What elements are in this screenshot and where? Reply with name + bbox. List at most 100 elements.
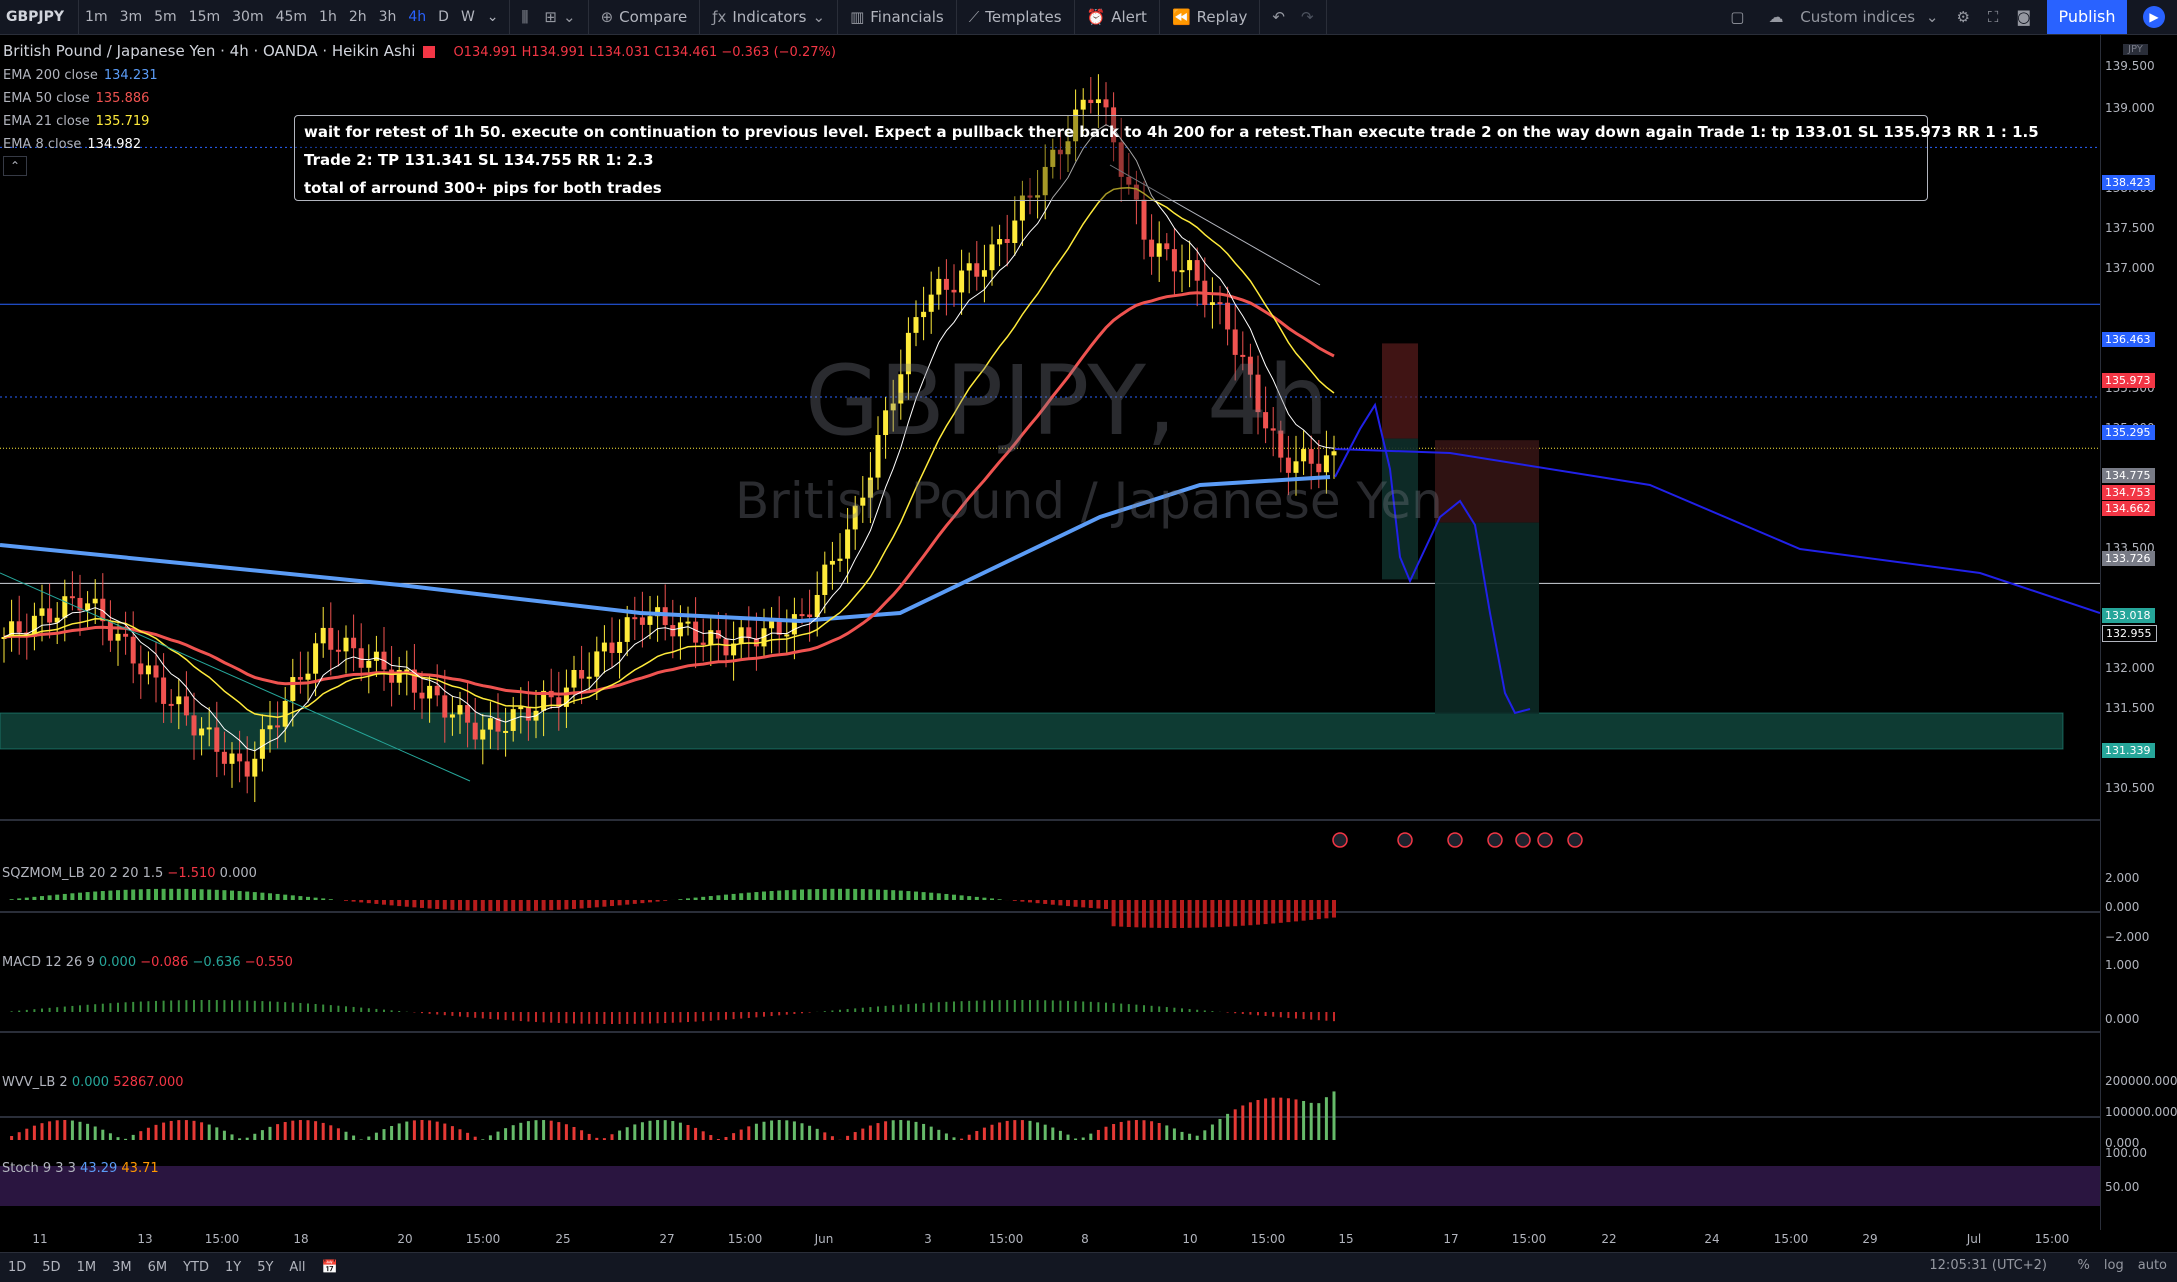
sqzmom-bar (884, 890, 888, 900)
range-all[interactable]: All (281, 1260, 313, 1275)
symbol-search[interactable]: GBPJPY (0, 0, 79, 34)
candle-body (1225, 303, 1230, 330)
wvv-bar (603, 1138, 606, 1140)
sqzmom-bar (184, 889, 188, 900)
macd-bar (41, 1009, 43, 1012)
auto-toggle[interactable]: auto (2138, 1258, 2167, 1273)
price-axis[interactable]: JPY 139.500139.000138.000137.500137.0001… (2100, 35, 2177, 1230)
sqzmom-bar (207, 890, 211, 900)
bar-style-button[interactable]: ⊞⌄ (536, 0, 583, 34)
trade2-target-box (1435, 523, 1539, 714)
legend-title[interactable]: British Pound / Japanese Yen · 4h · OAND… (3, 42, 415, 60)
interval-5m[interactable]: 5m (148, 0, 183, 34)
range-ytd[interactable]: YTD (175, 1260, 217, 1275)
interval-4h[interactable]: 4h (402, 0, 432, 34)
trade-plan-note[interactable]: wait for retest of 1h 50. execute on con… (294, 115, 1928, 201)
interval-3m[interactable]: 3m (114, 0, 149, 34)
range-1d[interactable]: 1D (0, 1260, 34, 1275)
chart-style-button[interactable]: ⫼ (514, 0, 537, 34)
layout-icon[interactable]: ▢ (1724, 8, 1750, 26)
undo-button[interactable]: ↶ (1264, 0, 1293, 34)
sqzmom-label[interactable]: SQZMOM_LB 20 2 20 1.5 −1.510 0.000 (2, 866, 257, 881)
sqzmom-bar (63, 894, 67, 900)
macd-bar (923, 1003, 925, 1012)
calendar-icon[interactable]: 📅 (314, 1260, 346, 1275)
gear-icon[interactable]: ⚙ (1950, 8, 1975, 26)
interval-30m[interactable]: 30m (226, 0, 269, 34)
macd-bar (261, 1001, 263, 1012)
templates-button[interactable]: ⟋Templates (961, 0, 1070, 34)
wvv-bar (41, 1123, 44, 1140)
publish-button[interactable]: Publish (2047, 0, 2127, 34)
wvv-bar (611, 1134, 614, 1140)
candle-body (1195, 260, 1200, 281)
sqzmom-bar (1043, 900, 1047, 904)
interval-D[interactable]: D (432, 0, 455, 34)
price-chart[interactable] (0, 35, 2100, 1230)
wvv-pane (10, 1091, 1335, 1140)
candle-body (640, 617, 645, 624)
collapse-legend-button[interactable]: ⌃ (3, 156, 27, 176)
interval-2h[interactable]: 2h (343, 0, 373, 34)
interval-15m[interactable]: 15m (183, 0, 226, 34)
indicator-axis-label: 0.000 (2105, 900, 2139, 914)
range-5d[interactable]: 5D (34, 1260, 68, 1275)
watermark-symbol: GBPJPY, 4h (805, 345, 1329, 457)
compare-button[interactable]: ⊕Compare (593, 0, 696, 34)
macd-bar (201, 1000, 203, 1012)
log-toggle[interactable]: log (2104, 1258, 2124, 1273)
play-icon[interactable]: ▶ (2143, 6, 2165, 28)
sqzmom-bar (124, 890, 128, 900)
chevron-down-icon[interactable]: ⌄ (481, 0, 505, 34)
macd-bar (717, 1012, 719, 1020)
legend-ema-row[interactable]: EMA 50 close135.886 (3, 87, 836, 110)
alert-button[interactable]: ⏰Alert (1079, 0, 1155, 34)
sqzmom-bar (473, 900, 477, 911)
macd-bar (1059, 1001, 1061, 1012)
indicators-button[interactable]: ƒxIndicators⌄ (704, 0, 833, 34)
wvv-bar (512, 1125, 515, 1140)
wvv-bar (284, 1122, 287, 1140)
time-label: 25 (555, 1232, 570, 1246)
macd-bar (983, 1000, 985, 1012)
macd-bar (1067, 1001, 1069, 1012)
sqzmom-bar (633, 900, 637, 904)
price-tag: 134.775 (2102, 468, 2155, 483)
sqzmom-bar (458, 900, 462, 910)
range-1m[interactable]: 1M (69, 1260, 105, 1275)
wvv-bar (1044, 1125, 1047, 1140)
macd-bar (1173, 1008, 1175, 1012)
candle-body (1005, 239, 1010, 243)
wvv-bar (215, 1127, 218, 1140)
wvv-label[interactable]: WVV_LB 2 0.000 52867.000 (2, 1075, 184, 1090)
range-3m[interactable]: 3M (104, 1260, 140, 1275)
sqzmom-bar (131, 890, 135, 900)
replay-button[interactable]: ⏪Replay (1164, 0, 1255, 34)
macd-bar (94, 1004, 96, 1012)
fullscreen-icon[interactable]: ⛶ (1982, 8, 2005, 26)
percent-toggle[interactable]: % (2078, 1258, 2090, 1273)
wvv-bar (269, 1127, 272, 1140)
interval-3h[interactable]: 3h (373, 0, 403, 34)
interval-1m[interactable]: 1m (79, 0, 114, 34)
candle-body (587, 677, 592, 679)
wvv-bar (413, 1120, 416, 1140)
financials-button[interactable]: ▥Financials (842, 0, 952, 34)
camera-icon[interactable]: ◙ (2010, 8, 2037, 26)
legend-ema-row[interactable]: EMA 200 close134.231 (3, 64, 836, 87)
stoch-label[interactable]: Stoch 9 3 3 43.29 43.71 (2, 1161, 159, 1176)
range-6m[interactable]: 6M (140, 1260, 176, 1275)
redo-button[interactable]: ↷ (1293, 0, 1322, 34)
flag-icon[interactable] (423, 46, 435, 58)
time-axis[interactable]: 111315:00182015:00252715:00Jun315:008101… (0, 1228, 2100, 1252)
interval-45m[interactable]: 45m (270, 0, 313, 34)
macd-bar (497, 1012, 499, 1020)
interval-W[interactable]: W (455, 0, 481, 34)
macd-label[interactable]: MACD 12 26 9 0.000 −0.086 −0.636 −0.550 (2, 955, 293, 970)
range-1y[interactable]: 1Y (217, 1260, 249, 1275)
custom-indices-button[interactable]: ☁ Custom indices ⌄ (1756, 8, 1944, 26)
candle-body (1218, 302, 1223, 304)
range-5y[interactable]: 5Y (249, 1260, 281, 1275)
sqzmom-bar (1286, 900, 1290, 922)
interval-1h[interactable]: 1h (313, 0, 343, 34)
